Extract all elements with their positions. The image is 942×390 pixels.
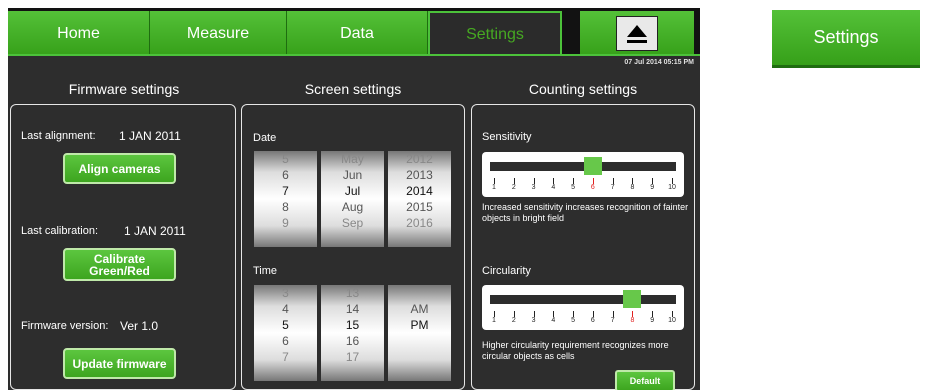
- slider-tick-label: 2: [511, 317, 516, 324]
- sensitivity-label: Sensitivity: [482, 131, 532, 143]
- wheel-option[interactable]: May: [321, 151, 384, 167]
- wheel-option[interactable]: 2013: [388, 167, 451, 183]
- slider-tick-label: 9: [650, 317, 655, 324]
- circularity-label: Circularity: [482, 265, 531, 277]
- wheel-option[interactable]: Sep: [321, 215, 384, 231]
- calibrate-button[interactable]: Calibrate Green/Red: [63, 248, 176, 281]
- tab-bar: Home Measure Data Settings: [8, 8, 700, 56]
- wheel-option[interactable]: 14: [321, 301, 384, 317]
- calibrate-button-line1: Calibrate: [93, 251, 146, 266]
- slider-tick-label: 5: [571, 317, 576, 324]
- slider-tick-label: 4: [551, 317, 556, 324]
- wheel-option[interactable]: Jun: [321, 167, 384, 183]
- wheel-option[interactable]: AM: [388, 301, 451, 317]
- sensitivity-slider[interactable]: 1 2 3 4 5 6 7 8 9 10: [482, 152, 684, 197]
- date-month-wheel[interactable]: May Jun Jul Aug Sep: [321, 151, 384, 247]
- date-year-wheel[interactable]: 2012 2013 2014 2015 2016: [388, 151, 451, 247]
- sensitivity-description: Increased sensitivity increases recognit…: [482, 202, 689, 223]
- wheel-option[interactable]: 8: [254, 199, 317, 215]
- eject-icon: [616, 16, 658, 51]
- wheel-option[interactable]: 7: [254, 349, 317, 365]
- wheel-option[interactable]: [388, 333, 451, 349]
- wheel-option[interactable]: 2014: [388, 183, 451, 199]
- slider-tick-label: 9: [650, 184, 655, 191]
- wheel-option[interactable]: 9: [254, 215, 317, 231]
- circularity-description: Higher circularity requirement recognize…: [482, 340, 669, 361]
- update-firmware-button[interactable]: Update firmware: [63, 348, 176, 379]
- wheel-option[interactable]: 2012: [388, 151, 451, 167]
- tab-home[interactable]: Home: [8, 11, 150, 56]
- firmware-version-label: Firmware version:: [21, 320, 109, 332]
- slider-tick-label: 7: [610, 317, 615, 324]
- date-day-wheel[interactable]: 56789: [254, 151, 317, 247]
- wheel-option[interactable]: 4: [254, 301, 317, 317]
- slider-tick-label: 3: [531, 317, 536, 324]
- wheel-option[interactable]: [388, 349, 451, 365]
- tab-settings[interactable]: Settings: [428, 11, 562, 56]
- default-button[interactable]: Default: [615, 370, 675, 390]
- eject-button[interactable]: [580, 11, 694, 56]
- wheel-option[interactable]: 3: [254, 285, 317, 301]
- counting-settings-title: Counting settings: [528, 81, 638, 97]
- time-ampm-wheel[interactable]: AM PM: [388, 285, 451, 381]
- device-screen: Home Measure Data Settings 07 Jul 2014 0…: [8, 8, 700, 390]
- counting-panel: Sensitivity 1 2 3 4 5 6 7 8 9 10 Increased sensit…: [471, 104, 695, 390]
- settings-tab-zoom: Settings: [772, 10, 920, 68]
- calibrate-button-line2: Green/Red: [89, 263, 150, 278]
- firmware-panel: Last alignment: 1 JAN 2011 Align cameras…: [10, 104, 236, 390]
- wheel-option[interactable]: 7: [254, 183, 317, 199]
- slider-tick-label: 1: [492, 317, 496, 324]
- wheel-option[interactable]: 15: [321, 317, 384, 333]
- screen-settings-title: Screen settings: [304, 81, 402, 97]
- tab-underline: [8, 54, 700, 56]
- time-label: Time: [253, 265, 278, 277]
- slider-tick-label: 6: [590, 317, 595, 324]
- wheel-option[interactable]: 17: [321, 349, 384, 365]
- slider-tick-label: 7: [610, 184, 615, 191]
- circularity-track: [490, 295, 676, 304]
- slider-tick-label: 2: [511, 184, 516, 191]
- sensitivity-thumb[interactable]: [583, 157, 602, 175]
- wheel-option[interactable]: PM: [388, 317, 451, 333]
- wheel-option[interactable]: 6: [254, 333, 317, 349]
- last-calibration-value: 1 JAN 2011: [124, 224, 186, 238]
- time-hour24-wheel[interactable]: 13 14 15 16 17: [321, 285, 384, 381]
- circularity-slider[interactable]: 1 2 3 4 5 6 7 8 9 10: [482, 285, 684, 330]
- datetime-display: 07 Jul 2014 05:15 PM: [624, 59, 694, 66]
- wheel-option[interactable]: 2016: [388, 215, 451, 231]
- wheel-option[interactable]: [388, 285, 451, 301]
- slider-tick-label: 8: [630, 184, 635, 191]
- tab-measure[interactable]: Measure: [150, 11, 287, 56]
- wheel-option[interactable]: 13: [321, 285, 384, 301]
- wheel-option[interactable]: 5: [254, 317, 317, 333]
- slider-tick-label: 1: [492, 184, 496, 191]
- wheel-option[interactable]: 2015: [388, 199, 451, 215]
- slider-tick-label: 5: [571, 184, 576, 191]
- align-cameras-button[interactable]: Align cameras: [63, 153, 176, 184]
- firmware-version-value: Ver 1.0: [120, 319, 159, 333]
- slider-tick-label: 4: [551, 184, 556, 191]
- wheel-option[interactable]: 5: [254, 151, 317, 167]
- wheel-option[interactable]: 16: [321, 333, 384, 349]
- wheel-option[interactable]: Jul: [321, 183, 384, 199]
- wheel-option[interactable]: Aug: [321, 199, 384, 215]
- slider-tick-label: 10: [668, 317, 676, 324]
- slider-tick-label: 10: [668, 184, 676, 191]
- last-alignment-value: 1 JAN 2011: [119, 129, 181, 143]
- date-label: Date: [253, 132, 277, 144]
- slider-tick-label: 3: [531, 184, 536, 191]
- wheel-option[interactable]: 6: [254, 167, 317, 183]
- tab-data[interactable]: Data: [287, 11, 428, 56]
- slider-tick-label: 6: [590, 184, 595, 191]
- slider-tick-label: 8: [630, 317, 635, 324]
- last-alignment-label: Last alignment:: [21, 130, 96, 142]
- firmware-settings-title: Firmware settings: [68, 81, 180, 97]
- screen-panel: Date 56789 May Jun Jul Aug Sep 2012 2013 2014 2…: [241, 104, 465, 390]
- time-hour-wheel[interactable]: 34567: [254, 285, 317, 381]
- last-calibration-label: Last calibration:: [21, 225, 99, 237]
- circularity-thumb[interactable]: [623, 290, 642, 308]
